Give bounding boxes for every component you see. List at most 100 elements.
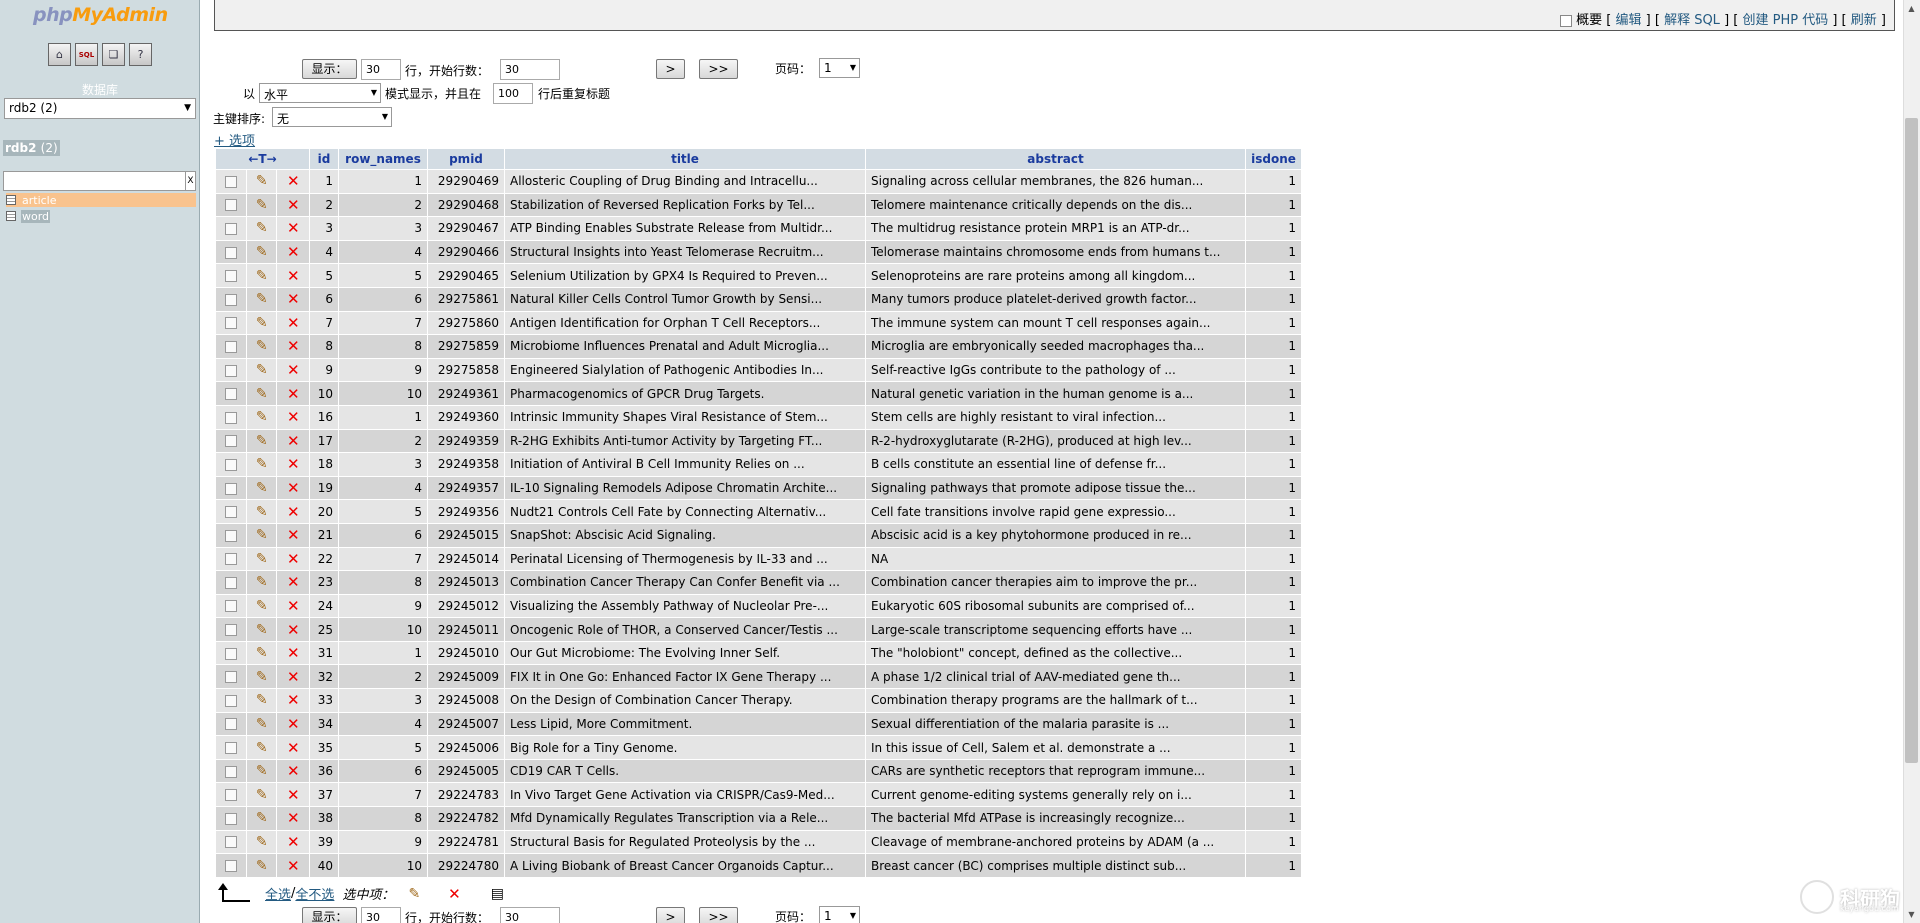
row-edit-cell[interactable]: ✎ <box>247 571 277 594</box>
row-edit-cell[interactable]: ✎ <box>247 641 277 665</box>
row-edit-cell[interactable]: ✎ <box>247 170 277 193</box>
row-checkbox-cell[interactable] <box>216 382 247 405</box>
row-checkbox-cell[interactable] <box>216 335 247 358</box>
delete-icon[interactable]: ✕ <box>287 597 300 615</box>
edit-icon[interactable]: ✎ <box>256 598 268 614</box>
create-php-code-link[interactable]: 创建 PHP 代码 <box>1742 13 1828 28</box>
delete-icon[interactable]: ✕ <box>287 715 300 733</box>
display-mode-select[interactable]: 水平 ▼ <box>259 83 381 103</box>
row-checkbox-cell[interactable] <box>216 287 247 311</box>
delete-icon[interactable]: ✕ <box>287 833 300 851</box>
row-delete-cell[interactable]: ✕ <box>277 712 309 736</box>
row-checkbox[interactable] <box>225 765 238 778</box>
row-checkbox-cell[interactable] <box>216 807 247 830</box>
row-checkbox-cell[interactable] <box>216 641 247 665</box>
delete-icon[interactable]: ✕ <box>287 786 300 804</box>
row-checkbox-cell[interactable] <box>216 170 247 193</box>
delete-icon[interactable]: ✕ <box>287 857 300 875</box>
repeat-header-input[interactable]: 100 <box>493 83 533 104</box>
scrollbar-thumb[interactable] <box>1905 118 1918 763</box>
edit-icon[interactable]: ✎ <box>256 692 268 708</box>
row-checkbox-cell[interactable] <box>216 453 247 476</box>
last-page-button-bottom[interactable]: >> <box>699 907 738 923</box>
row-checkbox-cell[interactable] <box>216 358 247 382</box>
row-delete-cell[interactable]: ✕ <box>277 335 309 358</box>
row-edit-cell[interactable]: ✎ <box>247 854 277 877</box>
edit-icon[interactable]: ✎ <box>256 315 268 331</box>
column-resize-handle[interactable]: ←T→ <box>216 149 309 169</box>
page-select[interactable]: 1 ▼ <box>819 58 860 78</box>
edit-icon[interactable]: ✎ <box>256 362 268 378</box>
rows-input-bottom[interactable]: 30 <box>361 907 401 923</box>
row-checkbox-cell[interactable] <box>216 594 247 618</box>
row-edit-cell[interactable]: ✎ <box>247 287 277 311</box>
column-header-title[interactable]: title <box>505 149 865 169</box>
row-delete-cell[interactable]: ✕ <box>277 217 309 240</box>
delete-icon[interactable]: ✕ <box>287 503 300 521</box>
delete-icon[interactable]: ✕ <box>287 739 300 757</box>
clear-filter-icon[interactable]: X <box>185 171 196 191</box>
edit-icon[interactable]: ✎ <box>256 220 268 236</box>
row-edit-cell[interactable]: ✎ <box>247 476 277 500</box>
row-checkbox[interactable] <box>225 246 238 259</box>
delete-icon[interactable]: ✕ <box>287 621 300 639</box>
explain-sql-link[interactable]: 解释 SQL <box>1664 13 1720 28</box>
start-row-input-bottom[interactable]: 30 <box>500 907 560 923</box>
row-edit-cell[interactable]: ✎ <box>247 594 277 618</box>
row-edit-cell[interactable]: ✎ <box>247 217 277 240</box>
row-delete-cell[interactable]: ✕ <box>277 193 309 217</box>
row-checkbox[interactable] <box>225 340 238 353</box>
row-edit-cell[interactable]: ✎ <box>247 807 277 830</box>
row-delete-cell[interactable]: ✕ <box>277 311 309 335</box>
row-checkbox-cell[interactable] <box>216 193 247 217</box>
row-checkbox-cell[interactable] <box>216 264 247 287</box>
row-delete-cell[interactable]: ✕ <box>277 240 309 264</box>
row-checkbox[interactable] <box>225 270 238 283</box>
row-checkbox[interactable] <box>225 482 238 495</box>
row-checkbox[interactable] <box>225 553 238 566</box>
table-filter-input[interactable] <box>3 171 187 191</box>
delete-icon[interactable]: ✕ <box>287 479 300 497</box>
edit-icon[interactable]: ✎ <box>256 409 268 425</box>
row-edit-cell[interactable]: ✎ <box>247 618 277 641</box>
row-delete-cell[interactable]: ✕ <box>277 287 309 311</box>
row-checkbox[interactable] <box>225 671 238 684</box>
row-delete-cell[interactable]: ✕ <box>277 618 309 641</box>
edit-icon[interactable]: ✎ <box>256 858 268 874</box>
row-edit-cell[interactable]: ✎ <box>247 453 277 476</box>
row-edit-cell[interactable]: ✎ <box>247 193 277 217</box>
delete-icon[interactable]: ✕ <box>287 290 300 308</box>
row-edit-cell[interactable]: ✎ <box>247 311 277 335</box>
start-row-input[interactable]: 30 <box>500 59 560 80</box>
row-delete-cell[interactable]: ✕ <box>277 476 309 500</box>
row-checkbox[interactable] <box>225 860 238 873</box>
delete-icon[interactable]: ✕ <box>287 196 300 214</box>
row-delete-cell[interactable]: ✕ <box>277 594 309 618</box>
rows-input[interactable]: 30 <box>361 59 401 80</box>
phpmyadmin-logo[interactable]: phpMyAdmin <box>33 4 168 26</box>
row-checkbox[interactable] <box>225 600 238 613</box>
show-button[interactable]: 显示： <box>302 59 357 79</box>
delete-icon[interactable]: ✕ <box>287 408 300 426</box>
column-header-row-names[interactable]: row_names <box>339 149 427 169</box>
row-checkbox[interactable] <box>225 317 238 330</box>
sql-icon[interactable]: SQL <box>75 43 98 66</box>
edit-icon[interactable]: ✎ <box>256 810 268 826</box>
row-delete-cell[interactable]: ✕ <box>277 523 309 547</box>
row-delete-cell[interactable]: ✕ <box>277 830 309 854</box>
row-checkbox-cell[interactable] <box>216 759 247 783</box>
delete-icon[interactable]: ✕ <box>287 526 300 544</box>
table-icon[interactable] <box>6 211 16 221</box>
delete-icon[interactable]: ✕ <box>287 644 300 662</box>
edit-icon[interactable]: ✎ <box>256 527 268 543</box>
row-checkbox[interactable] <box>225 694 238 707</box>
row-delete-cell[interactable]: ✕ <box>277 854 309 877</box>
row-checkbox-cell[interactable] <box>216 523 247 547</box>
column-header-abstract[interactable]: abstract <box>866 149 1245 169</box>
row-delete-cell[interactable]: ✕ <box>277 405 309 429</box>
edit-icon[interactable]: ✎ <box>256 669 268 685</box>
export-selected-icon[interactable]: ▤ <box>491 886 504 902</box>
docs-icon[interactable]: ? <box>129 43 152 66</box>
query-window-icon[interactable]: ❏ <box>102 43 125 66</box>
row-checkbox-cell[interactable] <box>216 736 247 759</box>
